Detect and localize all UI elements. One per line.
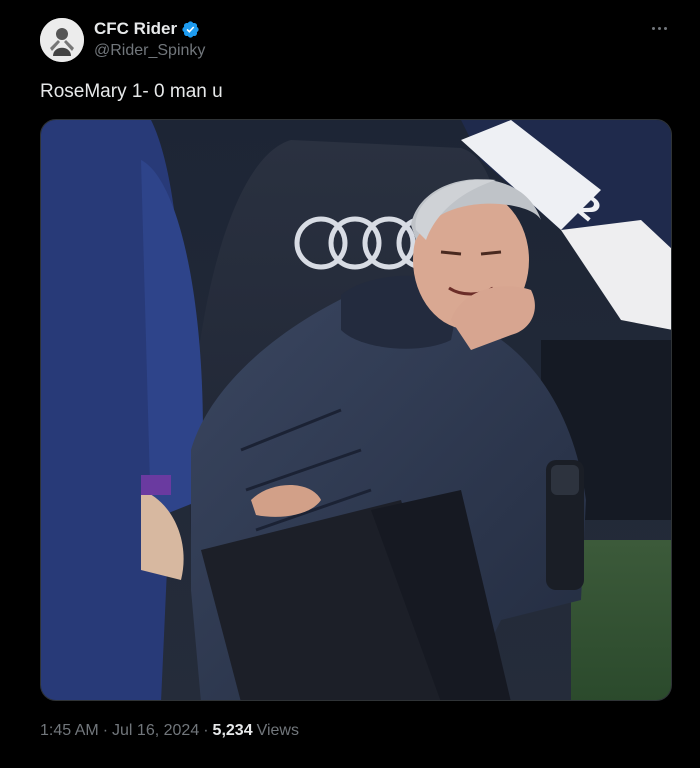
meta-separator: ·	[203, 722, 209, 739]
dot	[657, 26, 661, 30]
more-options-icon[interactable]	[648, 18, 670, 38]
tweet-photo[interactable]: 22	[40, 119, 672, 701]
photo-illustration: 22	[41, 120, 671, 700]
author-name-row: CFC Rider	[94, 19, 200, 39]
verified-badge-icon	[181, 20, 200, 39]
author-avatar[interactable]	[40, 18, 84, 62]
meta-separator: ·	[102, 722, 109, 739]
tweet-time[interactable]: 1:45 AM	[40, 720, 99, 742]
avatar-photo-icon	[40, 18, 84, 62]
dot	[663, 26, 667, 30]
tweet-text: RoseMary 1- 0 man u	[40, 81, 223, 102]
author-display-name[interactable]: CFC Rider	[94, 19, 177, 39]
author-handle[interactable]: @Rider_Spinky	[94, 41, 205, 61]
tweet-date[interactable]: Jul 16, 2024	[112, 720, 199, 742]
tweet: CFC Rider @Rider_Spinky RoseMary 1- 0 ma…	[0, 0, 700, 768]
views-count: 5,234	[212, 722, 253, 739]
dot	[651, 26, 655, 30]
tweet-metadata: 1:45 AM · Jul 16, 2024 · 5,234 Views	[40, 720, 299, 742]
views-label: Views	[256, 722, 299, 739]
